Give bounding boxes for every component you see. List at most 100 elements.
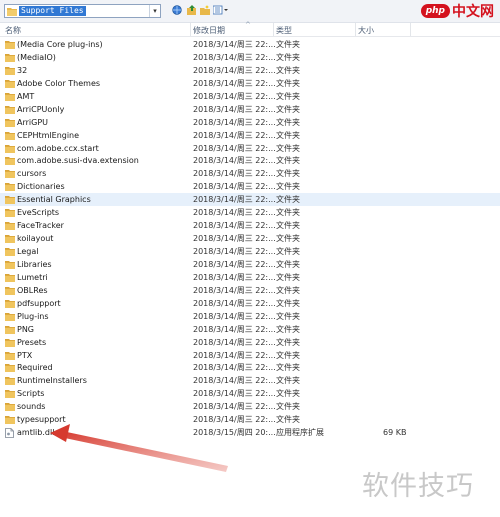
file-date: 2018/3/14/周三 22:... [193,324,276,334]
file-row[interactable]: Legal 2018/3/14/周三 22:... 文件夹 [0,245,500,258]
column-name-header[interactable]: 名称 [5,25,21,36]
file-name: (Media Core plug-ins) [17,40,103,49]
address-bar[interactable]: Support Files ▾ [4,4,161,18]
column-divider[interactable] [273,23,274,36]
file-date: 2018/3/14/周三 22:... [193,169,276,179]
file-name: OBLRes [17,285,48,295]
file-type: 应用程序扩展 [276,428,324,438]
file-date: 2018/3/14/周三 22:... [193,143,276,153]
folder-icon [5,208,15,218]
file-date: 2018/3/14/周三 22:... [193,221,276,231]
file-type: 文件夹 [276,221,300,231]
file-row[interactable]: ArriCPUonly 2018/3/14/周三 22:... 文件夹 [0,103,500,116]
folder-icon [5,53,15,62]
file-type: 文件夹 [276,337,300,347]
folder-icon [5,273,15,282]
folder-icon [5,299,15,308]
file-date: 2018/3/14/周三 22:... [193,402,276,412]
file-type: 文件夹 [276,169,300,179]
file-row[interactable]: com.adobe.susi-dva.extension 2018/3/14/周… [0,154,500,167]
column-divider[interactable] [355,23,356,36]
file-type: 文件夹 [276,234,300,244]
file-date: 2018/3/14/周三 22:... [193,182,276,192]
file-type: 文件夹 [276,285,300,295]
folder-icon [5,105,15,114]
file-row[interactable]: 32 2018/3/14/周三 22:... 文件夹 [0,64,500,77]
file-name: typesupport [17,415,66,425]
folder-icon [5,156,15,166]
file-date: 2018/3/14/周三 22:... [193,208,276,218]
address-dropdown-icon[interactable]: ▾ [149,5,160,17]
file-row[interactable]: ArriGPU 2018/3/14/周三 22:... 文件夹 [0,116,500,129]
file-row[interactable]: PTX 2018/3/14/周三 22:... 文件夹 [0,349,500,362]
folder-icon [5,221,15,231]
column-divider[interactable] [190,23,191,36]
watermark-text: 软件技巧 [362,471,474,502]
file-date: 2018/3/15/周四 20:... [193,428,276,438]
address-text[interactable]: Support Files [19,6,86,16]
file-row[interactable]: amtlib.dll 2018/3/15/周四 20:... 应用程序扩展 69… [0,426,500,439]
new-folder-icon[interactable] [199,5,210,16]
file-row[interactable]: Scripts 2018/3/14/周三 22:... 文件夹 [0,387,500,400]
file-row[interactable]: koilayout 2018/3/14/周三 22:... 文件夹 [0,232,500,245]
file-row[interactable]: Adobe Color Themes 2018/3/14/周三 22:... 文… [0,77,500,90]
file-date: 2018/3/14/周三 22:... [193,285,276,295]
column-size-header[interactable]: 大小 [358,25,374,36]
file-row[interactable]: (Media Core plug-ins) 2018/3/14/周三 22:..… [0,38,500,51]
view-menu-icon[interactable] [212,5,228,16]
folder-icon [5,376,15,386]
file-date: 2018/3/14/周三 22:... [193,130,276,140]
file-date: 2018/3/14/周三 22:... [193,52,276,62]
file-row[interactable]: (MediaIO) 2018/3/14/周三 22:... 文件夹 [0,51,500,64]
file-row[interactable]: Essential Graphics 2018/3/14/周三 22:... 文… [0,193,500,207]
folder-icon [5,118,15,127]
globe-icon[interactable] [171,5,182,16]
file-name: cursors [17,169,47,179]
file-name: sounds [17,402,46,412]
column-divider[interactable] [410,23,411,36]
file-type: 文件夹 [276,156,300,166]
file-row[interactable]: AMT 2018/3/14/周三 22:... 文件夹 [0,90,500,103]
file-row[interactable]: Lumetri 2018/3/14/周三 22:... 文件夹 [0,271,500,284]
file-row[interactable]: com.adobe.ccx.start 2018/3/14/周三 22:... … [0,142,500,155]
up-folder-icon[interactable] [186,5,197,16]
file-date: 2018/3/14/周三 22:... [193,298,276,308]
file-name: Scripts [17,389,45,399]
folder-icon [5,195,15,205]
file-row[interactable]: Dictionaries 2018/3/14/周三 22:... 文件夹 [0,180,500,193]
file-type: 文件夹 [276,311,300,321]
file-row[interactable]: Presets 2018/3/14/周三 22:... 文件夹 [0,336,500,349]
file-row[interactable]: RuntimeInstallers 2018/3/14/周三 22:... 文件… [0,374,500,387]
file-name: Adobe Color Themes [17,78,101,88]
file-row[interactable]: OBLRes 2018/3/14/周三 22:... 文件夹 [0,284,500,297]
file-type: 文件夹 [276,324,300,334]
file-name: 32 [17,65,28,75]
file-row[interactable]: EveScripts 2018/3/14/周三 22:... 文件夹 [0,206,500,219]
folder-icon [5,234,15,244]
folder-icon [5,92,15,101]
file-row[interactable]: cursors 2018/3/14/周三 22:... 文件夹 [0,167,500,180]
file-row[interactable]: sounds 2018/3/14/周三 22:... 文件夹 [0,400,500,413]
file-row[interactable]: Required 2018/3/14/周三 22:... 文件夹 [0,361,500,374]
file-type: 文件夹 [276,259,300,269]
file-size: 69 KB [383,428,407,438]
file-row[interactable]: Libraries 2018/3/14/周三 22:... 文件夹 [0,258,500,271]
folder-icon [5,325,15,334]
file-row[interactable]: PNG 2018/3/14/周三 22:... 文件夹 [0,323,500,336]
file-type: 文件夹 [276,130,300,140]
file-row[interactable]: typesupport 2018/3/14/周三 22:... 文件夹 [0,413,500,426]
file-name: CEPHtmlEngine [17,130,80,140]
file-date: 2018/3/14/周三 22:... [193,389,276,399]
file-row[interactable]: Plug-ins 2018/3/14/周三 22:... 文件夹 [0,310,500,323]
column-date-header[interactable]: 修改日期 [193,25,225,36]
sort-indicator-icon: ^ [245,21,251,29]
file-row[interactable]: CEPHtmlEngine 2018/3/14/周三 22:... 文件夹 [0,129,500,142]
column-type-header[interactable]: 类型 [276,25,292,36]
file-type: 文件夹 [276,415,300,425]
file-date: 2018/3/14/周三 22:... [193,363,276,373]
file-date: 2018/3/14/周三 22:... [193,78,276,88]
file-row[interactable]: pdfsupport 2018/3/14/周三 22:... 文件夹 [0,297,500,310]
file-row[interactable]: FaceTracker 2018/3/14/周三 22:... 文件夹 [0,219,500,232]
file-type: 文件夹 [276,376,300,386]
file-name: FaceTracker [17,221,64,231]
